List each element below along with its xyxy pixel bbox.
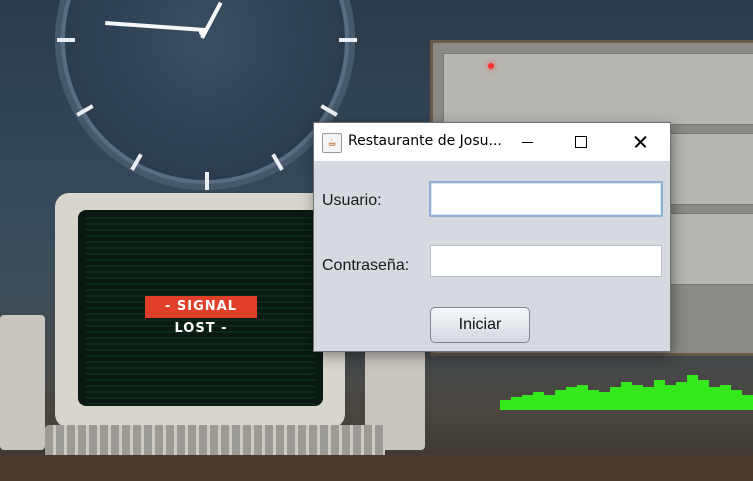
login-form: Usuario: Contraseña: Iniciar [314,161,670,351]
password-input[interactable] [430,245,662,277]
title-bar[interactable]: ☕ Restaurante de Josu... [314,123,670,161]
equalizer-bar [610,387,621,410]
equalizer-bar [522,395,533,410]
equalizer-bar [621,382,632,410]
equalizer-bar [500,400,511,410]
username-input[interactable] [429,181,663,217]
equalizer-bar [599,392,610,410]
equalizer-bar [643,387,654,410]
equalizer-bar [742,395,753,410]
equalizer-bar [665,385,676,410]
desk [0,455,753,481]
equalizer-bar [544,395,555,410]
equalizer [500,360,753,410]
equalizer-bar [577,385,588,410]
equalizer-bar [687,375,698,410]
speaker-left [0,315,45,450]
equalizer-bar [566,387,577,410]
login-button[interactable]: Iniciar [430,307,530,343]
login-window: ☕ Restaurante de Josu... Usuario: Contra… [314,123,670,351]
equalizer-bar [533,392,544,410]
minimize-button[interactable] [504,123,550,161]
password-label: Contraseña: [322,257,410,274]
java-cup-icon: ☕ [322,133,342,153]
window-title: Restaurante de Josu... [348,133,502,149]
close-button[interactable] [617,123,663,161]
clock-center [199,28,207,36]
maximize-button[interactable] [558,123,604,161]
rack-led [488,63,494,69]
equalizer-bar [654,380,665,410]
equalizer-bar [555,390,566,410]
equalizer-bar [676,382,687,410]
equalizer-bar [709,387,720,410]
equalizer-bar [511,397,522,410]
username-label: Usuario: [322,192,382,209]
equalizer-bar [731,390,742,410]
equalizer-bar [698,380,709,410]
equalizer-bar [588,390,599,410]
equalizer-bar [720,385,731,410]
equalizer-bar [632,385,643,410]
signal-lost-banner: - SIGNAL LOST - [145,296,257,336]
